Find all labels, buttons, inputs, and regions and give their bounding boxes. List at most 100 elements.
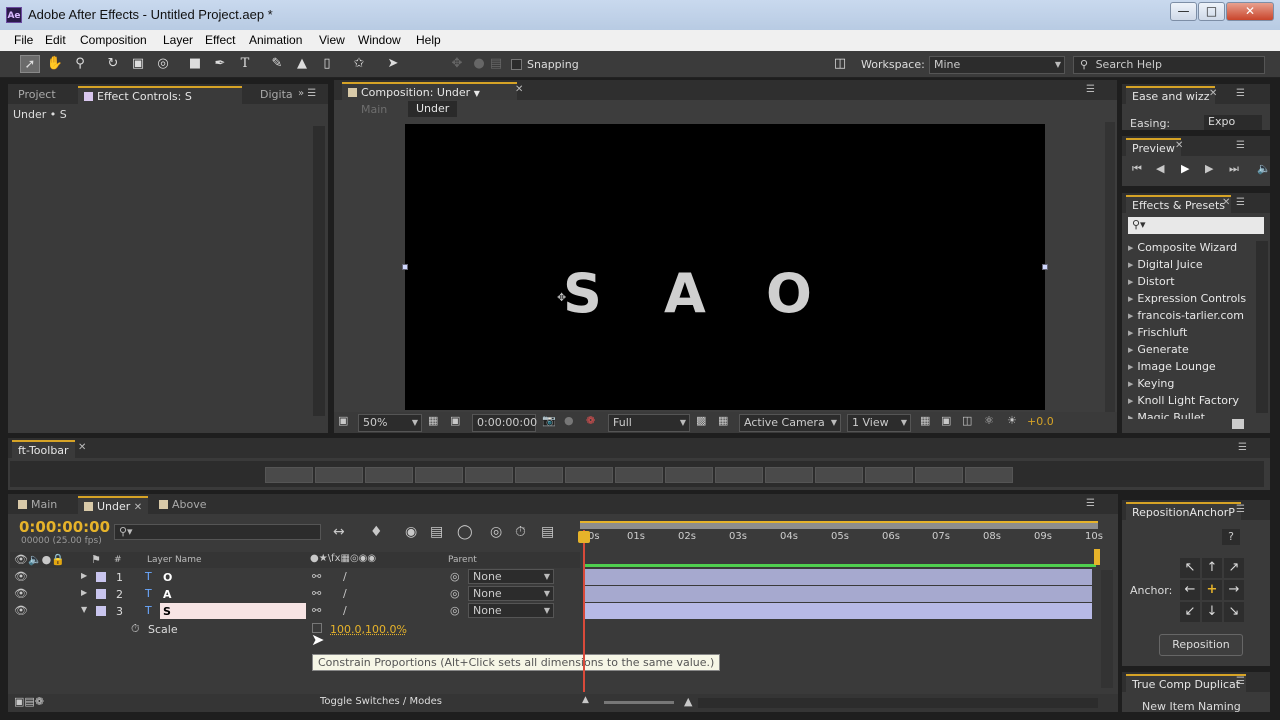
camera-select[interactable]: Active Camera ▼ bbox=[739, 414, 841, 432]
menu-file[interactable]: File bbox=[14, 33, 33, 47]
close-button[interactable]: ✕ bbox=[1226, 2, 1274, 21]
brush-tool-icon[interactable]: ✎ bbox=[267, 55, 287, 73]
toggle-pixel-aspect-icon[interactable]: ▦ bbox=[920, 414, 930, 427]
always-preview-icon[interactable]: ▣ bbox=[338, 414, 348, 427]
menu-view[interactable]: View bbox=[319, 33, 345, 47]
parent-select[interactable]: None ▼ bbox=[468, 586, 554, 601]
fast-previews-icon[interactable]: ▣ bbox=[941, 414, 951, 427]
ft-toolbar-button[interactable] bbox=[315, 467, 363, 483]
tab-effects-presets[interactable]: Effects & Presets bbox=[1126, 195, 1231, 213]
tab-digital[interactable]: Digita bbox=[254, 86, 299, 104]
pan-behind-tool-icon[interactable]: ◎ bbox=[153, 55, 173, 73]
anchor-bottom-left-button[interactable]: ↙ bbox=[1180, 602, 1200, 622]
current-time-indicator[interactable] bbox=[583, 530, 585, 692]
ft-toolbar-button[interactable] bbox=[965, 467, 1013, 483]
previous-frame-icon[interactable]: ◀ bbox=[1156, 162, 1164, 175]
close-tab-icon[interactable]: ✕ bbox=[78, 442, 86, 453]
ft-toolbar-button[interactable] bbox=[715, 467, 763, 483]
label-color-icon[interactable] bbox=[96, 589, 106, 599]
ft-toolbar-button[interactable] bbox=[615, 467, 663, 483]
anchor-bottom-right-button[interactable]: ↘ bbox=[1224, 602, 1244, 622]
reposition-button[interactable]: Reposition bbox=[1159, 634, 1243, 656]
camera-tool-icon[interactable]: ▣ bbox=[128, 55, 148, 73]
bounding-handle-left[interactable] bbox=[402, 264, 408, 270]
shy-switch-icon[interactable]: ⚯ bbox=[312, 570, 321, 583]
chevron-down-icon[interactable]: ▼ bbox=[474, 89, 480, 98]
tab-ease-and-wizz[interactable]: Ease and wizz bbox=[1126, 86, 1216, 104]
tab-timeline-main[interactable]: Main bbox=[12, 496, 63, 514]
panel-menu-icon[interactable]: » ☰ bbox=[298, 88, 316, 99]
parent-select[interactable]: None ▼ bbox=[468, 603, 554, 618]
panel-menu-icon[interactable]: ☰ bbox=[1236, 88, 1245, 99]
effects-item[interactable]: francois-tarlier.com bbox=[1128, 309, 1244, 322]
ft-toolbar-button[interactable] bbox=[765, 467, 813, 483]
expand-arrow-icon[interactable]: ▶ bbox=[81, 571, 87, 580]
anchor-left-button[interactable]: ← bbox=[1180, 580, 1200, 600]
ft-toolbar-button[interactable] bbox=[865, 467, 913, 483]
selection-tool-icon[interactable]: ➚ bbox=[20, 55, 40, 73]
roto-brush-tool-icon[interactable]: ✩ bbox=[349, 55, 369, 73]
brainstorm-icon[interactable]: ⏱ bbox=[515, 524, 526, 540]
panel-menu-icon[interactable]: ☰ bbox=[1236, 140, 1245, 151]
breadcrumb-main[interactable]: Main bbox=[361, 103, 387, 116]
effects-scrollbar[interactable] bbox=[1256, 241, 1268, 413]
hide-shy-layers-icon[interactable]: ▤ bbox=[430, 524, 443, 540]
visibility-column-icon[interactable]: 👁🔈●🔒 bbox=[14, 553, 65, 566]
composition-canvas[interactable] bbox=[405, 124, 1045, 410]
label-column-icon[interactable]: ⚑ bbox=[91, 553, 101, 566]
axis-mode-icon[interactable]: ▤ bbox=[486, 55, 506, 73]
workspace-icon[interactable]: ◫ bbox=[828, 55, 852, 73]
puppet-pin-tool-icon[interactable]: ➤ bbox=[383, 55, 403, 73]
graph-editor-icon[interactable]: ▤ bbox=[541, 524, 554, 540]
ft-toolbar-button[interactable] bbox=[915, 467, 963, 483]
effects-search-input[interactable]: ⚲▾ bbox=[1128, 217, 1264, 234]
menu-composition[interactable]: Composition bbox=[80, 33, 147, 47]
zoom-out-icon[interactable]: ▲ bbox=[582, 695, 589, 705]
menu-window[interactable]: Window bbox=[358, 33, 401, 47]
grid-icon[interactable]: ▦ bbox=[428, 414, 438, 427]
quality-switch-icon[interactable]: ∕ bbox=[343, 604, 347, 617]
anchor-top-right-button[interactable]: ↗ bbox=[1224, 558, 1244, 578]
effect-controls-scrollbar[interactable] bbox=[313, 126, 325, 416]
layer-duration-bar[interactable] bbox=[584, 569, 1092, 585]
eye-icon[interactable]: 👁 bbox=[14, 604, 28, 617]
close-tab-icon[interactable]: ✕ bbox=[134, 502, 142, 513]
minimize-button[interactable]: — bbox=[1170, 2, 1197, 21]
live-update-icon[interactable]: ♦ bbox=[370, 524, 383, 540]
last-frame-icon[interactable]: ⏭ bbox=[1229, 162, 1239, 176]
shy-switch-icon[interactable]: ⚯ bbox=[312, 587, 321, 600]
panel-menu-icon[interactable]: ☰ bbox=[1236, 504, 1245, 515]
help-button[interactable]: ? bbox=[1222, 529, 1240, 545]
zoom-tool-icon[interactable]: ⚲ bbox=[70, 55, 90, 73]
close-tab-icon[interactable]: ✕ bbox=[515, 84, 523, 95]
tab-ft-toolbar[interactable]: ft-Toolbar bbox=[12, 440, 75, 458]
rectangle-tool-icon[interactable]: ■ bbox=[185, 55, 205, 73]
effects-item[interactable]: Composite Wizard bbox=[1128, 241, 1237, 254]
exposure-value[interactable]: +0.0 bbox=[1027, 415, 1054, 428]
ft-toolbar-button[interactable] bbox=[415, 467, 463, 483]
work-area-end-handle[interactable] bbox=[1094, 549, 1100, 565]
channel-icon[interactable]: ❁ bbox=[586, 414, 595, 427]
layer-search-input[interactable]: ⚲▾ bbox=[114, 524, 321, 540]
first-frame-icon[interactable]: ⏮ bbox=[1132, 162, 1142, 176]
scale-value[interactable]: 100.0,100.0% bbox=[330, 623, 407, 636]
type-tool-icon[interactable]: T bbox=[235, 55, 255, 73]
mask-icon[interactable]: ▣ bbox=[450, 414, 460, 427]
ft-toolbar-button[interactable] bbox=[665, 467, 713, 483]
horizontal-scrollbar[interactable] bbox=[698, 698, 1098, 708]
effects-item[interactable]: Keying bbox=[1128, 377, 1174, 390]
bounding-handle-right[interactable] bbox=[1042, 264, 1048, 270]
effects-item[interactable]: Image Lounge bbox=[1128, 360, 1215, 373]
layer-duration-bar[interactable] bbox=[584, 586, 1092, 602]
clone-stamp-tool-icon[interactable]: ▲ bbox=[292, 55, 312, 73]
label-color-icon[interactable] bbox=[96, 606, 106, 616]
anchor-point-icon[interactable]: ✥ bbox=[557, 291, 566, 304]
panel-menu-icon[interactable]: ☰ bbox=[1236, 676, 1245, 687]
layer-row[interactable]: 👁 ▶ 1 T O ⚯ ∕ ◎ None ▼ bbox=[10, 569, 580, 586]
menu-layer[interactable]: Layer bbox=[163, 33, 193, 47]
toggle-switches-modes-button[interactable]: Toggle Switches / Modes bbox=[320, 696, 442, 707]
close-tab-icon[interactable]: ✕ bbox=[1209, 88, 1217, 99]
ft-toolbar-button[interactable] bbox=[515, 467, 563, 483]
label-color-icon[interactable] bbox=[96, 572, 106, 582]
anchor-right-button[interactable]: → bbox=[1224, 580, 1244, 600]
